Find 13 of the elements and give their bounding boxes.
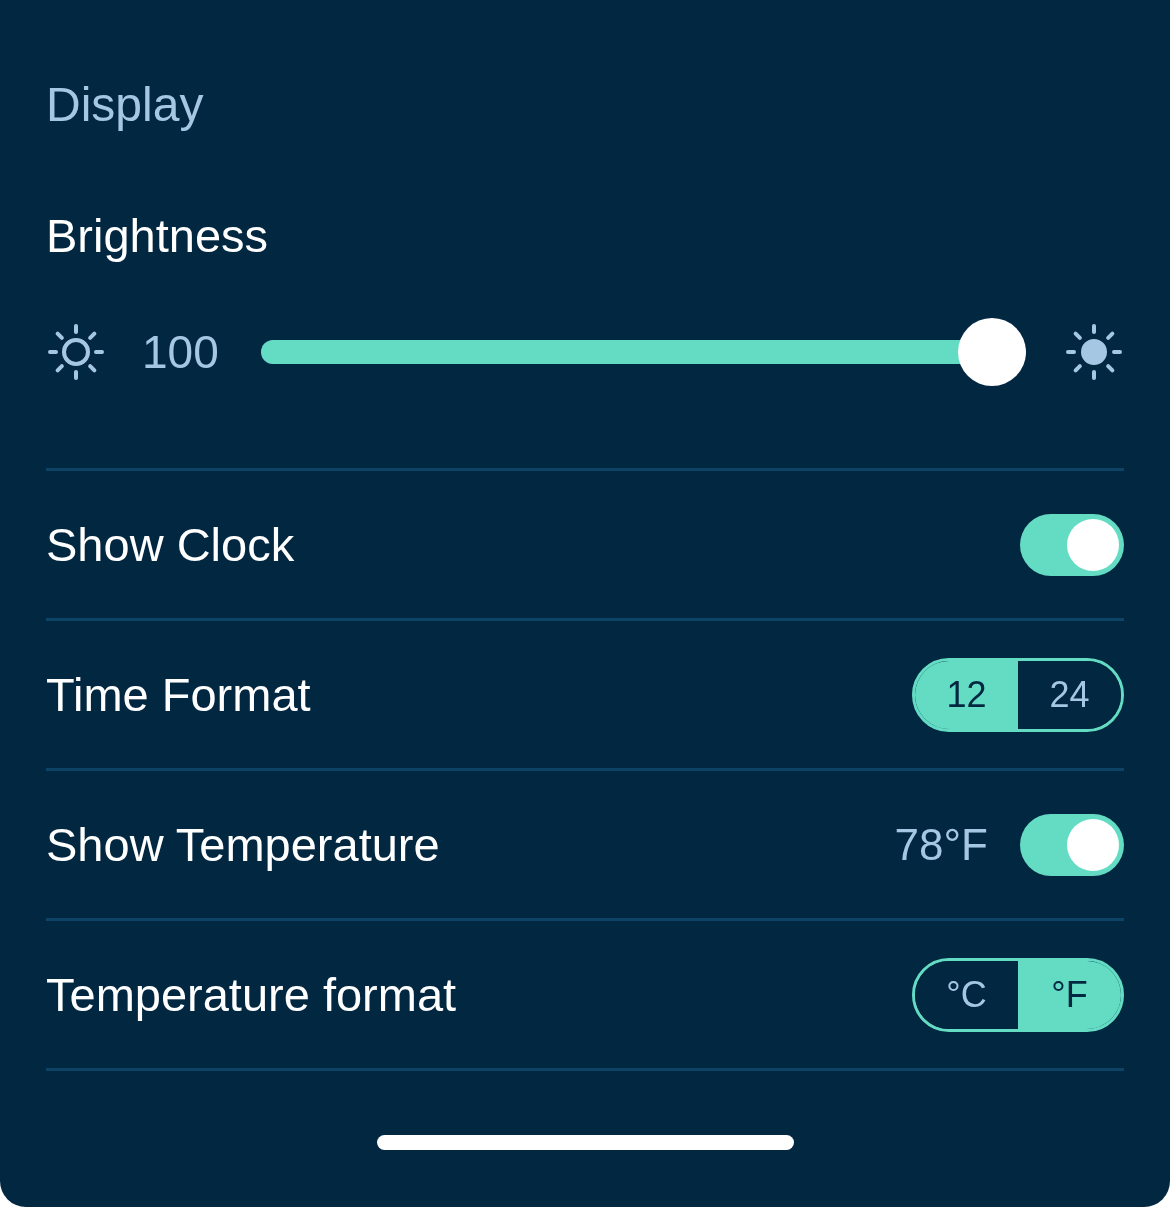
segment-option[interactable]: 12 — [915, 660, 1018, 729]
temperature-reading: 78°F — [894, 819, 988, 870]
setting-label: Show Clock — [46, 516, 295, 573]
setting-label: Brightness — [46, 208, 270, 264]
setting-label: Show Temperature — [46, 816, 440, 873]
brightness-slider[interactable] — [260, 318, 1026, 386]
brightness-value: 100 — [142, 325, 219, 379]
segment-option[interactable]: °F — [1018, 960, 1121, 1029]
dim-sun-icon — [46, 322, 106, 382]
setting-label: Time Format — [46, 666, 311, 723]
setting-label: Temperature format — [46, 966, 457, 1023]
bright-sun-icon — [1064, 322, 1124, 382]
section-title: Display — [46, 77, 205, 133]
